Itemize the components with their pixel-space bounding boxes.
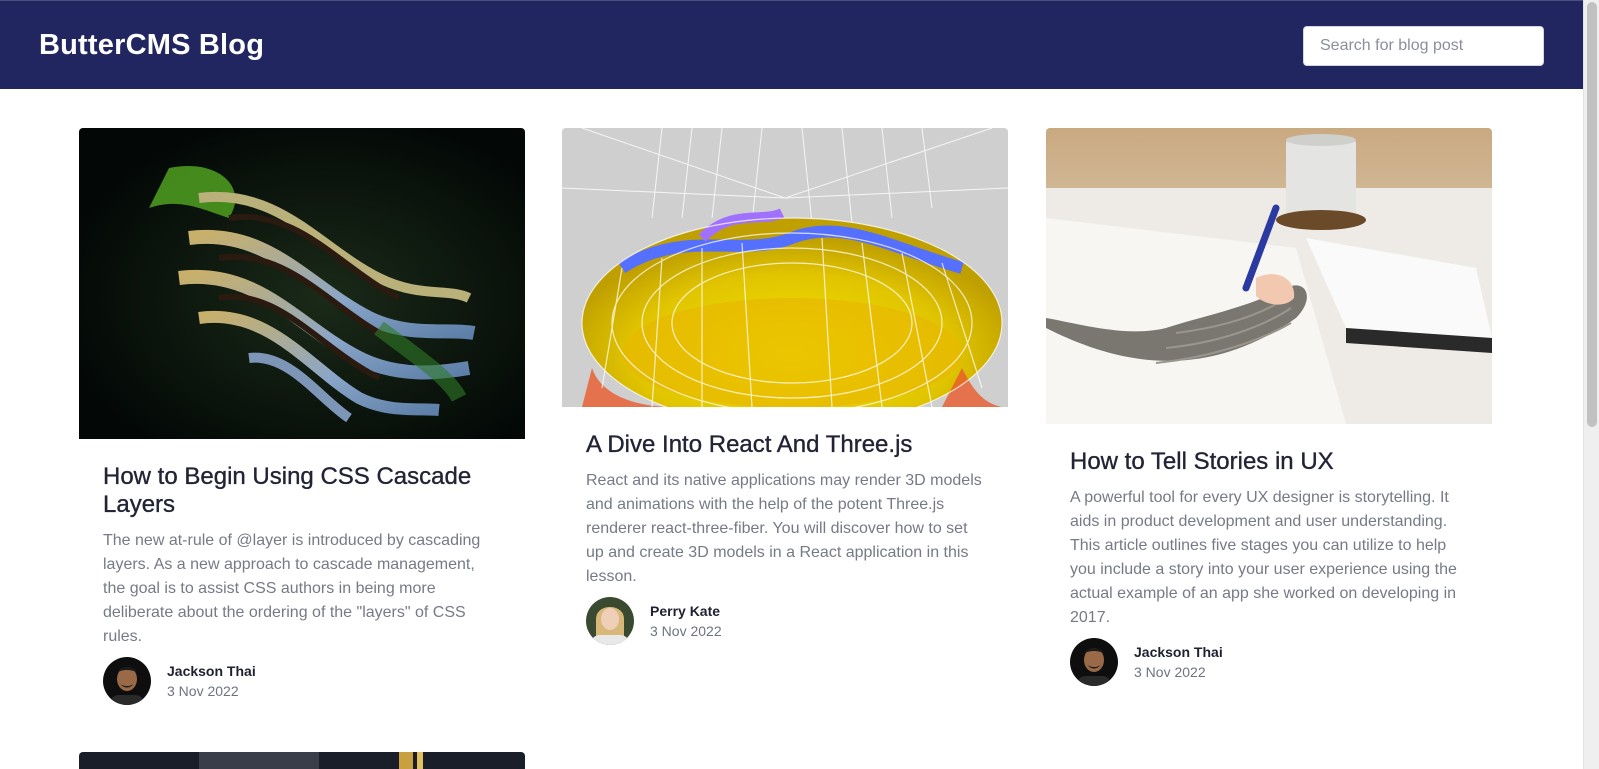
post-title[interactable]: How to Tell Stories in UX [1070,448,1468,476]
partial-post-photo-icon [79,752,525,769]
post-author: Jackson Thai 3 Nov 2022 [1070,638,1468,686]
author-name: Jackson Thai [167,663,256,679]
post-image[interactable] [79,128,525,439]
post-excerpt: A powerful tool for every UX designer is… [1070,489,1457,626]
post-author: Jackson Thai 3 Nov 2022 [103,657,501,705]
post-date: 3 Nov 2022 [650,623,722,639]
avatar [1070,638,1118,686]
post-card-partial[interactable] [79,752,525,769]
search-input[interactable] [1303,26,1544,66]
post-card[interactable]: A Dive Into React And Three.js React and… [562,128,1008,645]
3d-wireframe-photo-icon [562,128,1008,407]
author-name: Jackson Thai [1134,644,1223,660]
brand-title[interactable]: ButterCMS Blog [39,29,264,62]
avatar [103,657,151,705]
post-date: 3 Nov 2022 [167,683,239,699]
post-image[interactable] [562,128,1008,407]
post-image[interactable] [1046,128,1492,424]
scrollbar-thumb[interactable] [1587,2,1597,427]
post-date: 3 Nov 2022 [1134,664,1206,680]
post-card[interactable]: How to Begin Using CSS Cascade Layers Th… [79,128,525,705]
author-avatar-icon [1070,638,1118,686]
author-name: Perry Kate [650,603,721,619]
author-avatar-icon [103,657,151,705]
post-author: Perry Kate 3 Nov 2022 [586,597,984,645]
post-title[interactable]: How to Begin Using CSS Cascade Layers [103,463,501,519]
post-title[interactable]: A Dive Into React And Three.js [586,431,984,459]
post-card[interactable]: How to Tell Stories in UX A powerful too… [1046,128,1492,686]
page-scrollbar[interactable] [1583,0,1599,769]
site-header: ButterCMS Blog [0,0,1583,89]
rice-terraces-photo-icon [79,128,525,439]
author-avatar-icon [586,597,634,645]
post-excerpt: The new at-rule of @layer is introduced … [103,532,481,645]
post-excerpt: React and its native applications may re… [586,472,982,585]
avatar [586,597,634,645]
writing-notebook-photo-icon [1046,128,1492,424]
